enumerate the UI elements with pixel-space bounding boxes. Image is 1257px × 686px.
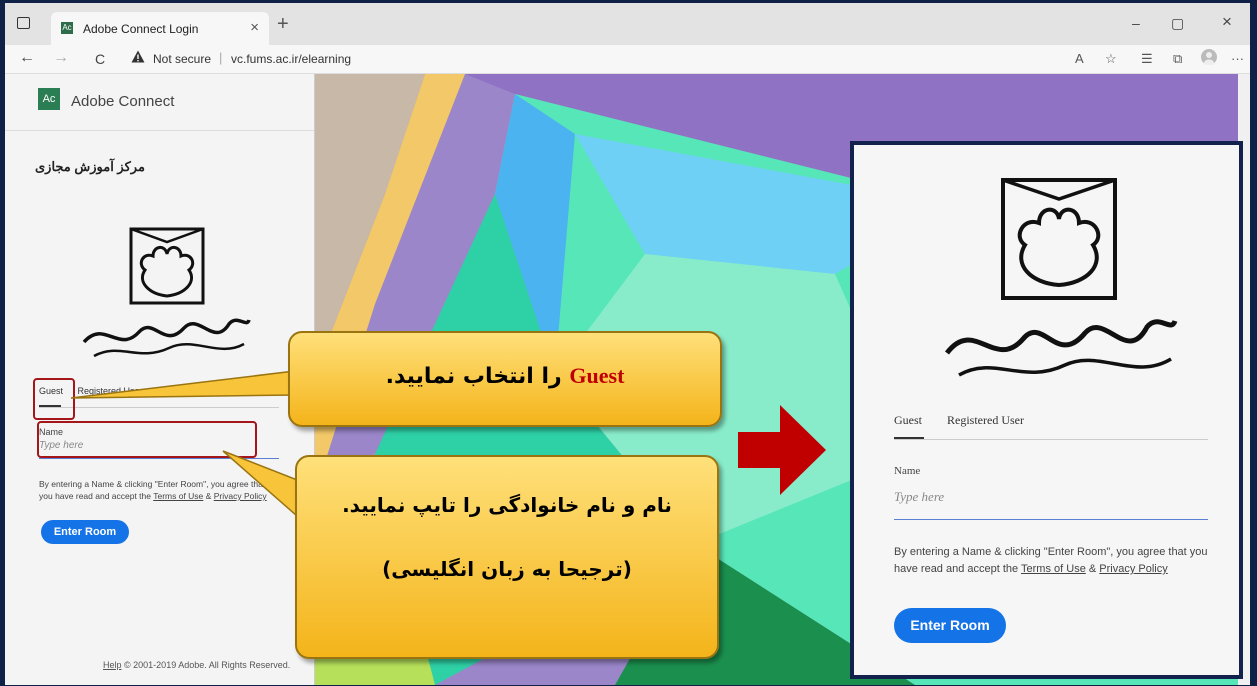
zoom-terms-of-use-link[interactable]: Terms of Use — [1021, 563, 1086, 575]
security-status[interactable]: Not secure — [153, 52, 211, 66]
favorites-icon[interactable]: ☰ — [1141, 51, 1153, 67]
tab-title: Adobe Connect Login — [83, 22, 199, 36]
address-separator: | — [219, 50, 223, 65]
collections-icon[interactable]: ⧉ — [1173, 51, 1182, 67]
tab-actions-icon[interactable] — [17, 17, 30, 29]
tab-registered-user[interactable]: Registered User — [78, 386, 143, 396]
guest-word: Guest — [569, 363, 625, 388]
address-bar: ← → C Not secure | vc.fums.ac.ir/elearni… — [5, 45, 1250, 74]
terms-amp: & — [205, 491, 212, 501]
name-instruction: نام و نام خانوادگی را تایپ نمایید. — [342, 493, 672, 517]
name-field-highlight — [37, 421, 257, 458]
brand-header: Ac Adobe Connect — [5, 74, 314, 131]
terms-of-use-link[interactable]: Terms of Use — [153, 491, 203, 501]
guest-callout: Guest را انتخاب نمایید. — [288, 331, 722, 427]
zoom-terms-text: By entering a Name & clicking "Enter Roo… — [894, 544, 1214, 578]
university-logo-icon — [82, 227, 251, 358]
reload-icon[interactable]: C — [95, 51, 105, 67]
zoom-enter-room-button[interactable]: Enter Room — [894, 608, 1006, 643]
browser-window: Ac Adobe Connect Login × + – ▢ × ← → C N… — [5, 3, 1250, 685]
zoom-tab-guest[interactable]: Guest — [894, 413, 922, 427]
privacy-policy-link[interactable]: Privacy Policy — [214, 491, 267, 501]
title-bar: Ac Adobe Connect Login × + – ▢ × — [5, 3, 1250, 45]
university-logo-large-icon — [945, 178, 1178, 377]
read-aloud-icon[interactable]: A — [1075, 51, 1084, 66]
new-tab-icon[interactable]: + — [277, 13, 289, 36]
tab-close-icon[interactable]: × — [250, 19, 259, 36]
browser-tab[interactable]: Ac Adobe Connect Login × — [51, 12, 269, 45]
back-icon[interactable]: ← — [19, 49, 35, 67]
tab-divider — [39, 407, 279, 408]
minimize-icon[interactable]: – — [1132, 15, 1140, 31]
restore-icon[interactable]: ▢ — [1171, 15, 1184, 32]
add-favorite-icon[interactable]: ☆ — [1105, 51, 1117, 67]
forward-icon[interactable]: → — [53, 49, 69, 67]
url-text[interactable]: vc.fums.ac.ir/elearning — [231, 52, 351, 66]
footer: Help © 2001-2019 Adobe. All Rights Reser… — [103, 660, 290, 670]
red-arrow-icon — [738, 405, 826, 495]
zoom-name-label: Name — [894, 465, 921, 477]
guest-callout-text: Guest را انتخاب نمایید. — [290, 363, 720, 389]
zoomed-login-panel: Guest Registered User Name Type here By … — [850, 141, 1243, 679]
guest-instruction: را انتخاب نمایید. — [385, 364, 562, 389]
zoom-tab-divider — [894, 439, 1208, 440]
zoom-privacy-policy-link[interactable]: Privacy Policy — [1099, 563, 1167, 575]
zoom-login-tabs: Guest Registered User — [894, 413, 1024, 428]
terms-text: By entering a Name & clicking "Enter Roo… — [39, 478, 269, 502]
zoom-name-input[interactable]: Type here — [894, 489, 1208, 520]
zoom-tab-registered-user[interactable]: Registered User — [947, 413, 1024, 427]
copyright: © 2001-2019 Adobe. All Rights Reserved. — [124, 660, 291, 670]
name-callout: نام و نام خانوادگی را تایپ نمایید. (ترجی… — [295, 455, 719, 659]
guest-tab-highlight — [33, 378, 75, 420]
help-link[interactable]: Help — [103, 660, 122, 670]
zoom-terms-amp: & — [1088, 563, 1097, 575]
warning-icon[interactable] — [131, 50, 145, 66]
profile-avatar[interactable] — [1201, 49, 1217, 68]
english-note: (ترجیحا به زبان انگلیسی) — [382, 557, 632, 581]
more-menu-icon[interactable]: ··· — [1231, 51, 1244, 66]
brand-name: Adobe Connect — [71, 93, 175, 110]
close-window-icon[interactable]: × — [1222, 12, 1232, 32]
adobe-connect-logo-icon: Ac — [38, 88, 60, 110]
adobe-connect-favicon-icon: Ac — [61, 22, 73, 34]
enter-room-button[interactable]: Enter Room — [41, 520, 129, 544]
center-heading: مرکز آموزش مجازی — [35, 159, 145, 174]
